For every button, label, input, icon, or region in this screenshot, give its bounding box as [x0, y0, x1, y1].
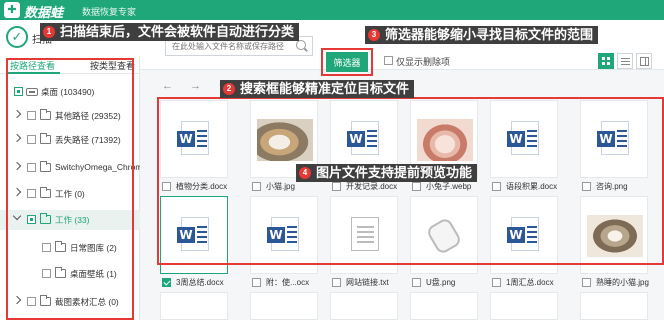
- file-item-footer: U盘.png: [412, 276, 486, 288]
- file-checkbox[interactable]: [582, 278, 591, 287]
- annotation-number: 4: [299, 167, 311, 179]
- file-checkbox[interactable]: [252, 278, 261, 287]
- file-name: 1周汇总.docx: [506, 278, 554, 287]
- app-name: 数据蛙: [24, 5, 64, 20]
- app-subtitle: 数据恢复专家: [82, 7, 137, 17]
- grid-view-button[interactable]: [598, 53, 614, 69]
- annotation-2: 2 搜索框能够精准定位目标文件: [220, 80, 415, 98]
- annotation-number: 2: [223, 83, 235, 95]
- file-name: 网站链接.txt: [346, 278, 389, 287]
- annotation-text: 图片文件支持提前预览功能: [316, 165, 473, 180]
- file-name: U盘.png: [426, 278, 456, 287]
- show-deleted-checkbox[interactable]: [384, 56, 393, 65]
- list-view-icon: [621, 58, 630, 65]
- file-item-footer: 熟睡的小猫.jpg: [582, 276, 656, 288]
- file-checkbox-checked[interactable]: [162, 278, 171, 287]
- app-logo-icon: ✚: [4, 2, 20, 18]
- tree-highlight-box: [6, 58, 134, 320]
- annotation-4: 4 图片文件支持提前预览功能: [296, 164, 478, 182]
- file-tile[interactable]: [250, 292, 318, 320]
- file-tile[interactable]: [330, 292, 398, 320]
- file-name: 熟睡的小猫.jpg: [596, 278, 649, 287]
- detail-view-button[interactable]: [636, 53, 652, 69]
- annotation-number: 1: [43, 26, 55, 38]
- file-checkbox[interactable]: [332, 278, 341, 287]
- forward-arrow-icon[interactable]: →: [190, 80, 201, 92]
- annotation-text: 筛选器能够缩小寻找目标文件的范围: [385, 27, 594, 42]
- check-circle-icon: ✓: [6, 26, 28, 48]
- annotation-text: 搜索框能够精准定位目标文件: [240, 81, 410, 96]
- file-name: 3周总结.docx: [176, 278, 224, 287]
- file-tile[interactable]: [490, 292, 558, 320]
- title-bar: ✚ 数据蛙 数据恢复专家: [0, 0, 664, 20]
- grid-view-icon: [602, 57, 610, 65]
- file-item-footer: 1周汇总.docx: [492, 276, 566, 288]
- file-checkbox[interactable]: [412, 278, 421, 287]
- annotation-1: 1 扫描结束后，文件会被软件自动进行分类: [40, 23, 300, 41]
- file-item-footer: 附：使...ocx: [252, 276, 326, 288]
- filter-highlight-box: [321, 48, 373, 76]
- search-icon[interactable]: [296, 40, 306, 50]
- file-name: 附：使...ocx: [266, 278, 310, 287]
- file-tile[interactable]: [160, 292, 228, 320]
- back-arrow-icon[interactable]: ←: [162, 80, 173, 92]
- file-item-footer: 3周总结.docx: [162, 276, 236, 288]
- detail-view-icon: [640, 57, 649, 66]
- annotation-number: 3: [368, 29, 380, 41]
- annotation-text: 扫描结束后，文件会被软件自动进行分类: [60, 24, 295, 39]
- file-tile[interactable]: [410, 292, 478, 320]
- file-item-footer: 网站链接.txt: [332, 276, 406, 288]
- annotation-3: 3 筛选器能够缩小寻找目标文件的范围: [365, 26, 599, 44]
- file-tile[interactable]: [580, 292, 648, 320]
- file-checkbox[interactable]: [492, 278, 501, 287]
- show-deleted-label: 仅显示删除项: [396, 57, 451, 67]
- list-view-button[interactable]: [617, 53, 633, 69]
